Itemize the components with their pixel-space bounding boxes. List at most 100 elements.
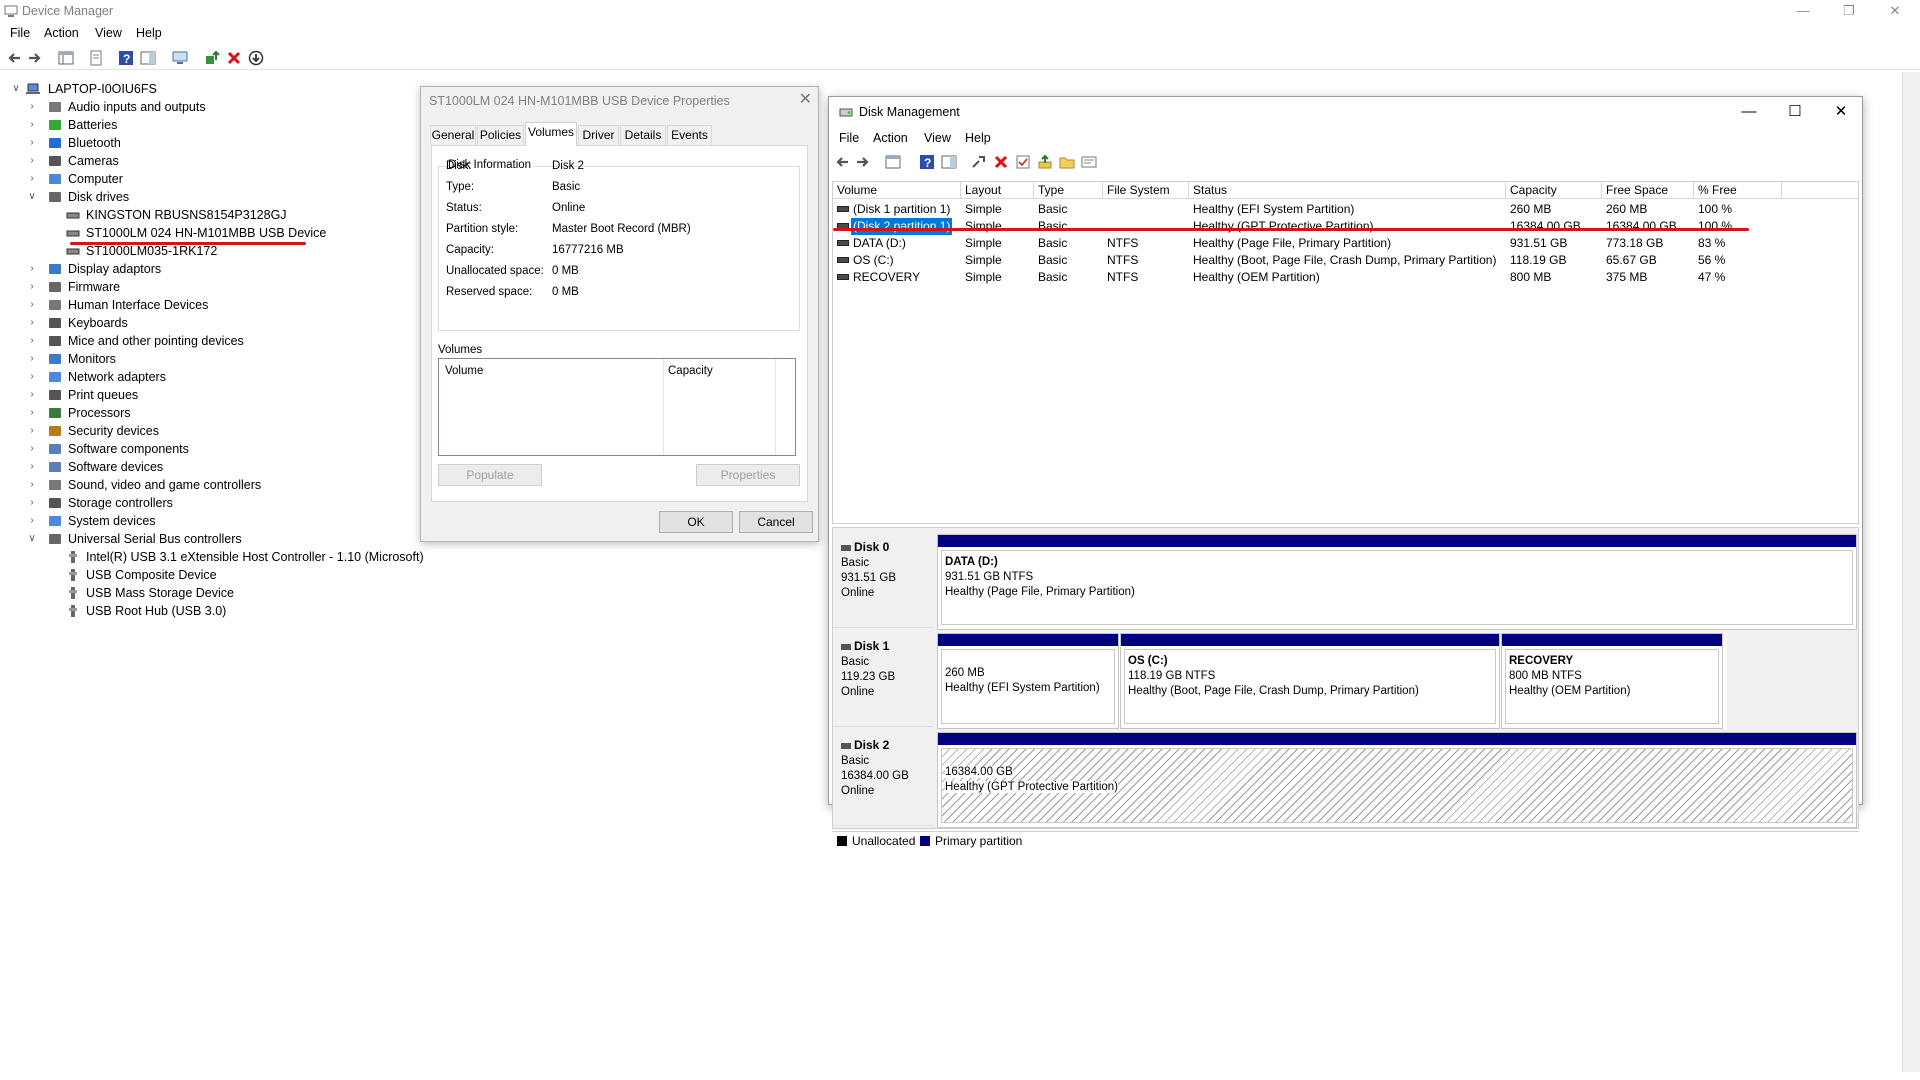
chevron-right-icon[interactable]: › — [26, 134, 38, 152]
partition-recovery[interactable]: RECOVERY 800 MB NTFS Healthy (OEM Partit… — [1501, 633, 1723, 729]
properties-icon[interactable] — [1081, 154, 1097, 170]
populate-button[interactable]: Populate — [438, 464, 542, 486]
chevron-right-icon[interactable]: › — [26, 152, 38, 170]
checklist-icon[interactable] — [1015, 154, 1031, 170]
close-button[interactable]: ✕ — [1872, 0, 1918, 22]
show-hide-tree-icon[interactable] — [58, 50, 74, 66]
partition-gpt-protective[interactable]: 16384.00 GB Healthy (GPT Protective Part… — [937, 732, 1857, 828]
uninstall-icon[interactable] — [226, 50, 242, 66]
chevron-right-icon[interactable]: › — [26, 332, 38, 350]
vertical-scrollbar[interactable] — [1902, 72, 1920, 1072]
tab-events[interactable]: Events — [667, 125, 712, 145]
volume-cell-type: Basic — [1038, 236, 1068, 250]
chevron-down-icon[interactable]: ∨ — [26, 530, 38, 548]
volume-row[interactable]: RECOVERY Simple Basic NTFS Healthy (OEM Part… — [833, 269, 1858, 286]
scan-hardware-icon[interactable] — [172, 50, 188, 66]
col-volume[interactable]: Volume — [833, 182, 961, 199]
chevron-right-icon[interactable]: › — [26, 296, 38, 314]
action-pane-icon[interactable] — [941, 154, 957, 170]
chevron-right-icon[interactable]: › — [26, 98, 38, 116]
properties-button[interactable]: Properties — [696, 464, 800, 486]
partition-data-d[interactable]: DATA (D:) 931.51 GB NTFS Healthy (Page F… — [937, 534, 1857, 630]
ok-button[interactable]: OK — [659, 511, 733, 533]
tab-volumes[interactable]: Volumes — [525, 122, 577, 146]
col-capacity[interactable]: Capacity — [1506, 182, 1602, 199]
chevron-right-icon[interactable]: › — [26, 512, 38, 530]
properties-icon[interactable] — [88, 50, 104, 66]
chevron-right-icon[interactable]: › — [26, 116, 38, 134]
partition-efi[interactable]: 260 MB Healthy (EFI System Partition) — [937, 633, 1119, 729]
chevron-down-icon[interactable]: ∨ — [26, 188, 38, 206]
download-icon[interactable] — [248, 50, 264, 66]
tab-policies[interactable]: Policies — [477, 125, 524, 145]
chevron-right-icon[interactable]: › — [26, 368, 38, 386]
close-icon[interactable]: ✕ — [799, 89, 812, 109]
col-layout[interactable]: Layout — [961, 182, 1034, 199]
menu-view[interactable]: View — [95, 26, 122, 40]
disk-0-label[interactable]: Disk 0 Basic 931.51 GB Online — [833, 532, 933, 628]
col-type[interactable]: Type — [1034, 182, 1103, 199]
minimize-button[interactable]: — — [1726, 97, 1772, 127]
up-arrow-icon[interactable] — [1037, 154, 1053, 170]
chevron-right-icon[interactable]: › — [26, 476, 38, 494]
volumes-list[interactable]: Volume Capacity — [438, 358, 796, 456]
field-value: Online — [552, 202, 586, 214]
volume-list[interactable]: Volume Layout Type File System Status Ca… — [832, 181, 1859, 524]
volumes-col-capacity[interactable]: Capacity — [668, 365, 713, 377]
disk-1-label[interactable]: Disk 1 Basic 119.23 GB Online — [833, 631, 933, 727]
update-driver-icon[interactable] — [204, 50, 220, 66]
delete-icon[interactable] — [993, 154, 1009, 170]
col-status[interactable]: Status — [1189, 182, 1506, 199]
col-file-system[interactable]: File System — [1103, 182, 1189, 199]
primary-partition-bar — [1121, 634, 1499, 646]
maximize-button[interactable]: ☐ — [1772, 97, 1818, 127]
chevron-right-icon[interactable]: › — [26, 278, 38, 296]
partition-os-c[interactable]: OS (C:) 118.19 GB NTFS Healthy (Boot, Pa… — [1120, 633, 1500, 729]
col-percent-free[interactable]: % Free — [1694, 182, 1782, 199]
chevron-right-icon[interactable]: › — [26, 440, 38, 458]
show-hide-tree-icon[interactable] — [885, 154, 901, 170]
cancel-button[interactable]: Cancel — [739, 511, 813, 533]
help-icon[interactable]: ? — [919, 154, 935, 170]
col-free-space[interactable]: Free Space — [1602, 182, 1694, 199]
tab-driver[interactable]: Driver — [578, 125, 619, 145]
close-button[interactable]: ✕ — [1818, 97, 1864, 127]
chevron-right-icon[interactable]: › — [26, 458, 38, 476]
annotation-underline — [70, 242, 306, 245]
chevron-down-icon[interactable]: ∨ — [10, 80, 22, 98]
help-icon[interactable]: ? — [118, 50, 134, 66]
menu-action[interactable]: Action — [44, 26, 79, 40]
menu-help[interactable]: Help — [965, 131, 991, 145]
menu-help[interactable]: Help — [136, 26, 162, 40]
menu-file[interactable]: File — [10, 26, 30, 40]
chevron-right-icon[interactable]: › — [26, 170, 38, 188]
connect-icon[interactable] — [971, 154, 987, 170]
chevron-right-icon[interactable]: › — [26, 386, 38, 404]
chevron-right-icon[interactable]: › — [26, 494, 38, 512]
chevron-right-icon[interactable]: › — [26, 404, 38, 422]
back-arrow-icon[interactable] — [6, 50, 22, 66]
disk-2-label[interactable]: Disk 2 Basic 16384.00 GB Online — [833, 730, 933, 826]
volume-row[interactable]: DATA (D:) Simple Basic NTFS Healthy (Page Fi… — [833, 235, 1858, 252]
volume-row[interactable]: (Disk 2 partition 1) Simple Basic Healthy (… — [833, 218, 1858, 235]
chevron-right-icon[interactable]: › — [26, 350, 38, 368]
folder-icon[interactable] — [1059, 154, 1075, 170]
back-arrow-icon[interactable] — [834, 154, 850, 170]
tree-category-label: Network adapters — [68, 370, 166, 384]
chevron-right-icon[interactable]: › — [26, 260, 38, 278]
menu-action[interactable]: Action — [873, 131, 908, 145]
menu-file[interactable]: File — [839, 131, 859, 145]
restore-button[interactable]: ❐ — [1826, 0, 1872, 22]
tab-general[interactable]: General — [430, 125, 476, 145]
volume-row[interactable]: (Disk 1 partition 1) Simple Basic Healthy (… — [833, 201, 1858, 218]
menu-view[interactable]: View — [924, 131, 951, 145]
volumes-col-volume[interactable]: Volume — [445, 365, 483, 377]
chevron-right-icon[interactable]: › — [26, 314, 38, 332]
forward-arrow-icon[interactable] — [855, 154, 871, 170]
volume-row[interactable]: OS (C:) Simple Basic NTFS Healthy (Boot, Pag… — [833, 252, 1858, 269]
forward-arrow-icon[interactable] — [27, 50, 43, 66]
action-pane-icon[interactable] — [140, 50, 156, 66]
tab-details[interactable]: Details — [620, 125, 666, 145]
minimize-button[interactable]: — — [1780, 0, 1826, 22]
chevron-right-icon[interactable]: › — [26, 422, 38, 440]
